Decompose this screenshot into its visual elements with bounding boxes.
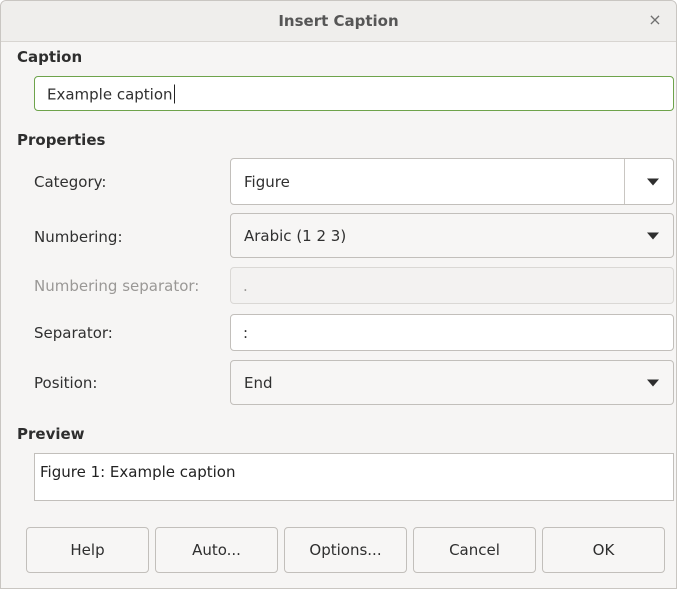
combobox-divider	[624, 159, 625, 204]
ok-button[interactable]: OK	[542, 527, 665, 573]
position-dropdown[interactable]: End	[230, 360, 674, 405]
category-value: Figure	[244, 172, 290, 191]
caption-text-value: Example caption	[47, 85, 173, 103]
position-value: End	[244, 373, 273, 392]
numbering-label: Numbering:	[34, 228, 123, 246]
chevron-down-icon	[647, 379, 659, 386]
preview-section-label: Preview	[17, 425, 85, 443]
close-icon[interactable]: ×	[646, 10, 664, 30]
title-bar[interactable]: Insert Caption ×	[1, 1, 676, 42]
insert-caption-dialog: Insert Caption × Caption Example caption…	[0, 0, 677, 589]
numbering-value: Arabic (1 2 3)	[244, 226, 347, 245]
numbering-separator-value: .	[243, 276, 248, 295]
position-label: Position:	[34, 374, 98, 392]
caption-preview-box: Figure 1: Example caption	[34, 453, 674, 501]
options-button[interactable]: Options...	[284, 527, 407, 573]
dialog-title: Insert Caption	[278, 12, 399, 30]
help-button[interactable]: Help	[26, 527, 149, 573]
numbering-separator-input: .	[230, 267, 674, 304]
cancel-button[interactable]: Cancel	[413, 527, 536, 573]
auto-button[interactable]: Auto...	[155, 527, 278, 573]
category-combobox[interactable]: Figure	[230, 158, 674, 205]
separator-value: :	[243, 323, 249, 342]
text-cursor	[173, 84, 175, 103]
caption-section-label: Caption	[17, 48, 83, 66]
caption-text-input[interactable]: Example caption	[34, 76, 674, 111]
separator-input[interactable]: :	[230, 314, 674, 351]
chevron-down-icon	[647, 232, 659, 239]
numbering-separator-label: Numbering separator:	[34, 277, 200, 295]
separator-label: Separator:	[34, 324, 113, 342]
numbering-dropdown[interactable]: Arabic (1 2 3)	[230, 213, 674, 258]
caption-preview-text: Figure 1: Example caption	[40, 463, 236, 481]
chevron-down-icon[interactable]	[647, 178, 659, 185]
category-label: Category:	[34, 173, 107, 191]
properties-section-label: Properties	[17, 131, 106, 149]
